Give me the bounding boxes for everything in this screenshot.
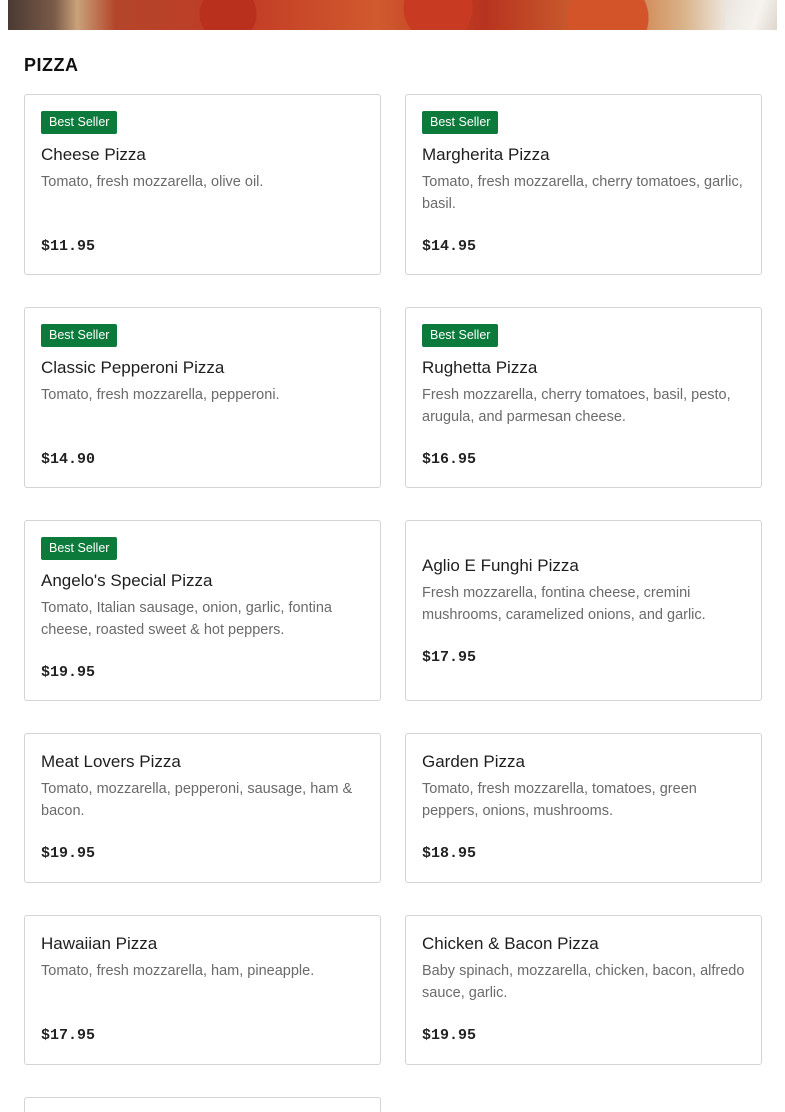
menu-item-description: Tomato, fresh mozzarella, ham, pineapple… bbox=[41, 963, 315, 979]
menu-item-name: Chicken & Bacon Pizza bbox=[422, 934, 599, 953]
hero-image bbox=[8, 0, 777, 30]
menu-item-card[interactable]: Best Seller Margherita Pizza Tomato, fre… bbox=[405, 94, 762, 275]
menu-item-price: $17.95 bbox=[422, 649, 477, 666]
menu-item-card[interactable]: Chicken & Bacon Pizza Baby spinach, mozz… bbox=[405, 915, 762, 1065]
pizza-box-edge bbox=[725, 0, 777, 30]
menu-item-description: Fresh mozzarella, fontina cheese, cremin… bbox=[422, 585, 706, 623]
menu-item-name: Aglio E Funghi Pizza bbox=[422, 556, 579, 575]
best-seller-badge: Best Seller bbox=[422, 324, 499, 347]
menu-item-card[interactable]: Garden Pizza Tomato, fresh mozzarella, t… bbox=[405, 733, 762, 883]
menu-item-name: Garden Pizza bbox=[422, 752, 525, 771]
menu-item-card[interactable]: Meat Lovers Pizza Tomato, mozzarella, pe… bbox=[24, 733, 381, 883]
menu-item-price: $18.95 bbox=[422, 845, 477, 862]
menu-item-description: Baby spinach, mozzarella, chicken, bacon… bbox=[422, 963, 745, 1001]
menu-item-price: $11.95 bbox=[41, 238, 96, 255]
menu-item-description: Fresh mozzarella, cherry tomatoes, basil… bbox=[422, 387, 731, 425]
menu-item-name: Meat Lovers Pizza bbox=[41, 752, 181, 771]
menu-item-price: $19.95 bbox=[41, 664, 96, 681]
menu-item-card[interactable]: Aglio E Funghi Pizza Fresh mozzarella, f… bbox=[405, 520, 762, 701]
menu-item-card[interactable]: Hawaiian Pizza Tomato, fresh mozzarella,… bbox=[24, 915, 381, 1065]
menu-item-card-partial[interactable] bbox=[24, 1097, 381, 1112]
menu-item-price: $14.95 bbox=[422, 238, 477, 255]
menu-item-description: Tomato, fresh mozzarella, cherry tomatoe… bbox=[422, 174, 743, 212]
menu-item-price: $17.95 bbox=[41, 1027, 96, 1044]
best-seller-badge: Best Seller bbox=[41, 537, 118, 560]
menu-item-price: $19.95 bbox=[422, 1027, 477, 1044]
menu-item-name: Classic Pepperoni Pizza bbox=[41, 358, 225, 377]
menu-item-name: Cheese Pizza bbox=[41, 145, 146, 164]
menu-item-card[interactable]: Best Seller Cheese Pizza Tomato, fresh m… bbox=[24, 94, 381, 275]
menu-item-description: Tomato, fresh mozzarella, olive oil. bbox=[41, 174, 264, 190]
menu-item-price: $19.95 bbox=[41, 845, 96, 862]
menu-item-price: $14.90 bbox=[41, 451, 96, 468]
menu-item-name: Margherita Pizza bbox=[422, 145, 550, 164]
best-seller-badge: Best Seller bbox=[41, 111, 118, 134]
menu-item-name: Angelo's Special Pizza bbox=[41, 571, 213, 590]
menu-item-name: Hawaiian Pizza bbox=[41, 934, 158, 953]
menu-item-card[interactable]: Best Seller Angelo's Special Pizza Tomat… bbox=[24, 520, 381, 701]
section-title: PIZZA bbox=[24, 55, 79, 75]
best-seller-badge: Best Seller bbox=[422, 111, 499, 134]
menu-item-price: $16.95 bbox=[422, 451, 477, 468]
menu-item-description: Tomato, fresh mozzarella, tomatoes, gree… bbox=[422, 781, 697, 819]
menu-item-description: Tomato, fresh mozzarella, pepperoni. bbox=[41, 387, 280, 403]
menu-item-card[interactable]: Best Seller Classic Pepperoni Pizza Toma… bbox=[24, 307, 381, 488]
menu-item-card[interactable]: Best Seller Rughetta Pizza Fresh mozzare… bbox=[405, 307, 762, 488]
menu-item-name: Rughetta Pizza bbox=[422, 358, 538, 377]
best-seller-badge: Best Seller bbox=[41, 324, 118, 347]
menu-item-description: Tomato, mozzarella, pepperoni, sausage, … bbox=[41, 781, 353, 819]
menu-item-description: Tomato, Italian sausage, onion, garlic, … bbox=[41, 600, 332, 638]
